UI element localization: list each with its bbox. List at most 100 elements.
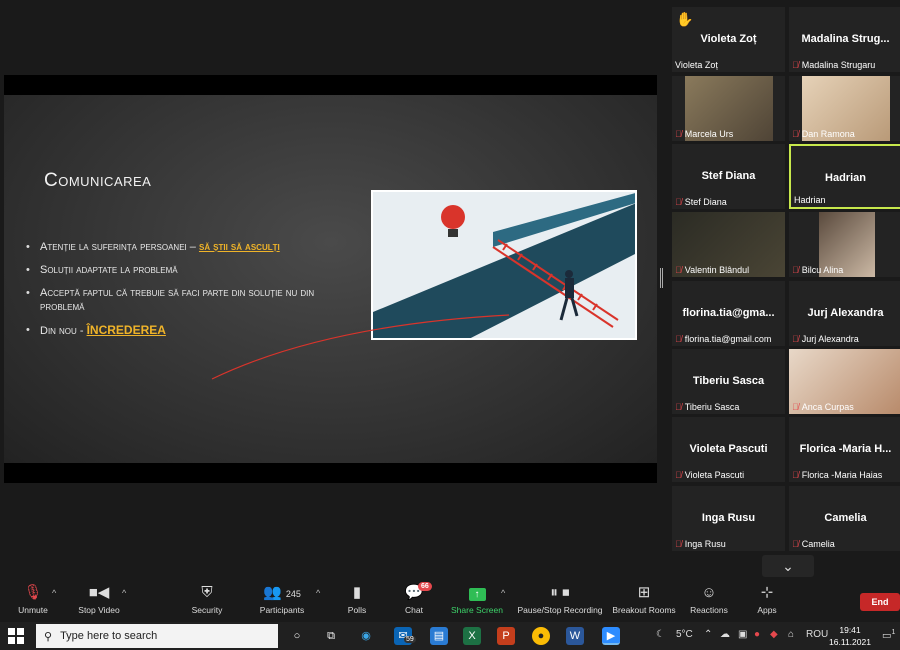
participants-button[interactable]: 👥 245 Participants <box>258 584 306 615</box>
polls-button[interactable]: ▮ Polls <box>343 584 371 615</box>
participant-name: Florica -Maria Haias <box>801 470 883 480</box>
participant-tile[interactable]: 🎙̸ Marcela Urs <box>672 76 785 141</box>
audio-options-caret-icon[interactable]: ^ <box>52 588 56 598</box>
apps-button[interactable]: ⊹ Apps <box>753 584 781 615</box>
camera-icon[interactable]: ▣ <box>738 629 747 640</box>
participant-tile[interactable]: Violeta Pascuti 🎙̸ Violeta Pascuti <box>672 417 785 482</box>
participant-tile[interactable]: 🎙̸ Anca Curpas <box>789 349 900 414</box>
reactions-button[interactable]: ☺ Reactions <box>688 584 730 615</box>
participant-name: Bilcu Alina <box>801 265 844 275</box>
share-options-caret-icon[interactable]: ^ <box>501 588 505 598</box>
stop-video-button[interactable]: ■◀ Stop Video <box>74 584 124 615</box>
unmute-button[interactable]: 🎙 Unmute <box>14 584 52 615</box>
panel-resize-handle[interactable] <box>660 268 663 288</box>
bullet-text: Atenție la suferința persoanei – <box>40 241 199 253</box>
shared-screen: Comunicarea Atenție la suferința persoan… <box>0 0 668 578</box>
end-meeting-button[interactable]: End <box>860 593 900 611</box>
participant-display-name: Violeta Zoț <box>700 33 757 45</box>
word-icon[interactable]: W <box>566 627 584 645</box>
participant-tile[interactable]: ✋ Violeta Zoț Violeta Zoț <box>672 7 785 72</box>
security-button[interactable]: ⛨ Security <box>186 584 228 615</box>
participants-options-caret-icon[interactable]: ^ <box>316 588 320 598</box>
stop-video-label: Stop Video <box>78 605 120 615</box>
participant-label: 🎙̸ Anca Curpas <box>792 402 854 412</box>
chrome-icon[interactable]: ● <box>532 627 550 645</box>
participant-name: Valentin Blândul <box>684 265 750 275</box>
participant-tile[interactable]: 🎙̸ Valentin Blândul <box>672 212 785 277</box>
video-options-caret-icon[interactable]: ^ <box>122 588 126 598</box>
bullet-item: Atenție la suferința persoanei – să știi… <box>26 240 336 254</box>
search-placeholder: Type here to search <box>60 630 158 642</box>
taskbar-search-input[interactable]: ⚲ Type here to search <box>36 624 278 648</box>
task-view-icon[interactable]: ⧉ <box>322 627 340 645</box>
windows-start-icon[interactable] <box>8 628 24 644</box>
cortana-icon[interactable]: ○ <box>288 627 306 645</box>
annotation-line <box>211 314 510 380</box>
mic-muted-icon: 🎙̸ <box>792 470 799 480</box>
participant-name: Violeta Pascuti <box>684 470 745 480</box>
mic-muted-icon: 🎙̸ <box>792 265 799 275</box>
clock-date: 16.11.2021 <box>829 637 871 647</box>
language-indicator[interactable]: ROU <box>806 629 828 640</box>
participant-tile[interactable]: Madalina Strug... 🎙̸ Madalina Strugaru <box>789 7 900 72</box>
unmute-label: Unmute <box>18 605 48 615</box>
zoom-app-icon[interactable]: ▶ <box>602 627 620 645</box>
participant-display-name: Madalina Strug... <box>801 33 890 45</box>
notification-count: 1 <box>891 629 896 636</box>
mic-muted-icon: 🎙̸ <box>675 334 682 344</box>
edge-browser-icon[interactable]: ◉ <box>357 627 375 645</box>
excel-icon[interactable]: X <box>463 627 481 645</box>
participant-label: 🎙̸ Inga Rusu <box>675 539 726 549</box>
mic-muted-icon: 🎙̸ <box>792 129 799 139</box>
participant-label: 🎙̸ Valentin Blândul <box>675 265 749 275</box>
participant-display-name: Tiberiu Sasca <box>692 375 765 387</box>
participant-name: Madalina Strugaru <box>801 60 876 70</box>
pause-stop-recording-button[interactable]: ⏸ ⏹ Pause/Stop Recording <box>516 584 604 615</box>
participant-tile[interactable]: 🎙̸ Bilcu Alina <box>789 212 900 277</box>
participants-count: 245 <box>285 589 301 599</box>
gallery-scroll-down-button[interactable]: ⌄ <box>762 555 814 577</box>
chevron-up-icon[interactable]: ⌃ <box>704 629 712 640</box>
participant-label: 🎙̸ Tiberiu Sasca <box>675 402 739 412</box>
mic-muted-icon: 🎙̸ <box>675 197 682 207</box>
mic-muted-icon: 🎙̸ <box>675 265 682 275</box>
mic-muted-icon: 🎙̸ <box>675 129 682 139</box>
participant-name: Camelia <box>801 539 835 549</box>
participant-label: 🎙̸ Dan Ramona <box>792 129 855 139</box>
chat-unread-badge: 66 <box>418 582 432 591</box>
shield-icon: ⛨ <box>201 584 213 601</box>
cloud-icon[interactable]: ☁ <box>720 629 730 640</box>
participant-name: Violeta Zoț <box>675 60 718 70</box>
participant-tile[interactable]: Florica -Maria H... 🎙̸ Florica -Maria Hai… <box>789 417 900 482</box>
apps-icon: ⊹ <box>760 584 774 601</box>
meeting-toolbar: 🎙 Unmute ^ ■◀ Stop Video ^ ⛨ Security 👥 … <box>0 578 900 622</box>
powerpoint-icon[interactable]: P <box>497 627 515 645</box>
participant-name: Anca Curpas <box>801 402 854 412</box>
participant-tile[interactable]: florina.tia@gma... 🎙̸ florina.tia@gmail.c… <box>672 281 785 346</box>
participant-tile[interactable]: Tiberiu Sasca 🎙̸ Tiberiu Sasca <box>672 349 785 414</box>
taskbar-clock[interactable]: 19:41 16.11.2021 <box>826 624 874 648</box>
notification-center-icon[interactable]: ▭1 <box>882 629 895 641</box>
acrobat-icon[interactable]: ◆ <box>770 629 778 640</box>
participant-name: Tiberiu Sasca <box>684 402 740 412</box>
network-icon[interactable]: ⌂ <box>788 629 794 640</box>
participant-tile[interactable]: Camelia 🎙̸ Camelia <box>789 486 900 551</box>
chat-button[interactable]: 💬 66 Chat <box>400 582 432 615</box>
breakout-rooms-button[interactable]: ⊞ Breakout Rooms <box>612 584 676 615</box>
file-explorer-icon[interactable]: ▤ <box>430 627 448 645</box>
bullet-highlight: să știi să asculți <box>198 241 280 253</box>
participant-tile[interactable]: Stef Diana 🎙̸ Stef Diana <box>672 144 785 209</box>
participant-tile-active-speaker[interactable]: Hadrian Hadrian <box>789 144 900 209</box>
participant-tile[interactable]: Jurj Alexandra 🎙̸ Jurj Alexandra <box>789 281 900 346</box>
microphone-icon[interactable]: ● <box>754 629 760 640</box>
zoom-window: Comunicarea Atenție la suferința persoan… <box>0 0 900 650</box>
participant-display-name: Hadrian <box>825 172 866 184</box>
participant-name: florina.tia@gmail.com <box>684 334 772 344</box>
share-screen-button[interactable]: ↑ Share Screen <box>450 584 504 615</box>
share-screen-label: Share Screen <box>451 605 503 615</box>
participant-tile[interactable]: 🎙̸ Dan Ramona <box>789 76 900 141</box>
participant-tile[interactable]: Inga Rusu 🎙̸ Inga Rusu <box>672 486 785 551</box>
bullet-item: Soluții adaptate la problemă <box>26 263 336 277</box>
weather-moon-icon[interactable]: ☾ <box>656 629 665 640</box>
temperature-label[interactable]: 5°C <box>676 629 693 640</box>
